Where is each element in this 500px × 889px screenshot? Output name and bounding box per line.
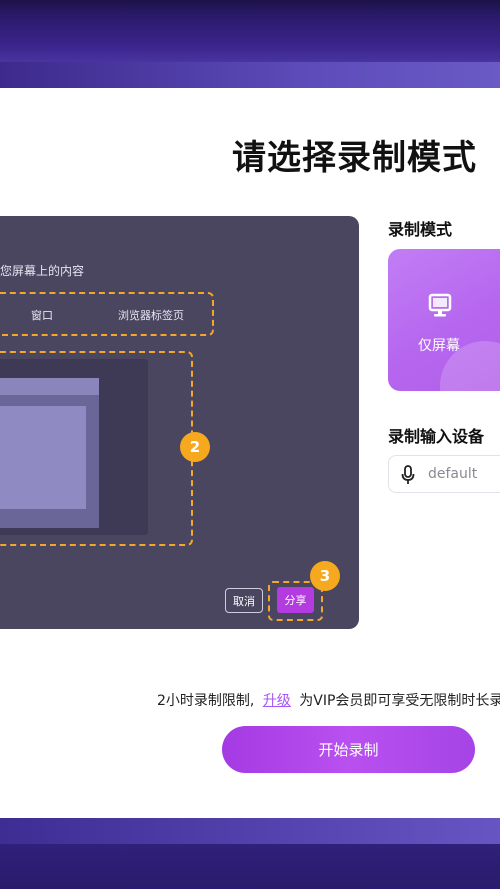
input-device-value: default: [428, 466, 478, 482]
page-title: 请选择录制模式: [232, 138, 477, 178]
share-button[interactable]: 分享: [277, 587, 314, 613]
bottom-banner: [0, 818, 500, 889]
recording-limit-notice: 2小时录制限制, 升级 为VIP会员即可享受无限制时长录: [157, 690, 500, 710]
step-badge-2: 2: [180, 432, 210, 462]
mode-card-label: 仅屏幕: [418, 338, 460, 354]
mode-section-label: 录制模式: [388, 220, 453, 239]
share-dialog-preview: 您屏幕上的内容 窗口 浏览器标签页 2 取消 分享 3: [0, 216, 359, 629]
device-section-label: 录制输入设备: [388, 427, 485, 446]
step-badge-3: 3: [310, 561, 340, 591]
limit-prefix: 2小时录制限制,: [157, 693, 255, 709]
top-banner: [0, 0, 500, 88]
window-thumbnail-titlebar: [0, 378, 99, 395]
limit-suffix: 为VIP会员即可享受无限制时长录: [299, 693, 500, 709]
start-recording-button[interactable]: 开始录制: [222, 726, 475, 773]
mode-card-screen-only[interactable]: 仅屏幕: [388, 249, 500, 391]
top-banner-stripe: [0, 62, 500, 88]
bottom-banner-stripe: [0, 818, 500, 844]
microphone-icon: [401, 465, 415, 484]
preview-caption: 您屏幕上的内容: [0, 264, 85, 278]
monitor-icon: [428, 293, 452, 317]
window-thumbnail-content: [0, 406, 86, 509]
tab-browser[interactable]: 浏览器标签页: [118, 307, 184, 323]
source-tabs-highlight: 窗口 浏览器标签页: [0, 292, 214, 336]
cancel-button[interactable]: 取消: [225, 588, 263, 613]
tab-window[interactable]: 窗口: [31, 307, 53, 323]
input-device-select[interactable]: default: [388, 455, 500, 493]
upgrade-link[interactable]: 升级: [263, 693, 291, 709]
